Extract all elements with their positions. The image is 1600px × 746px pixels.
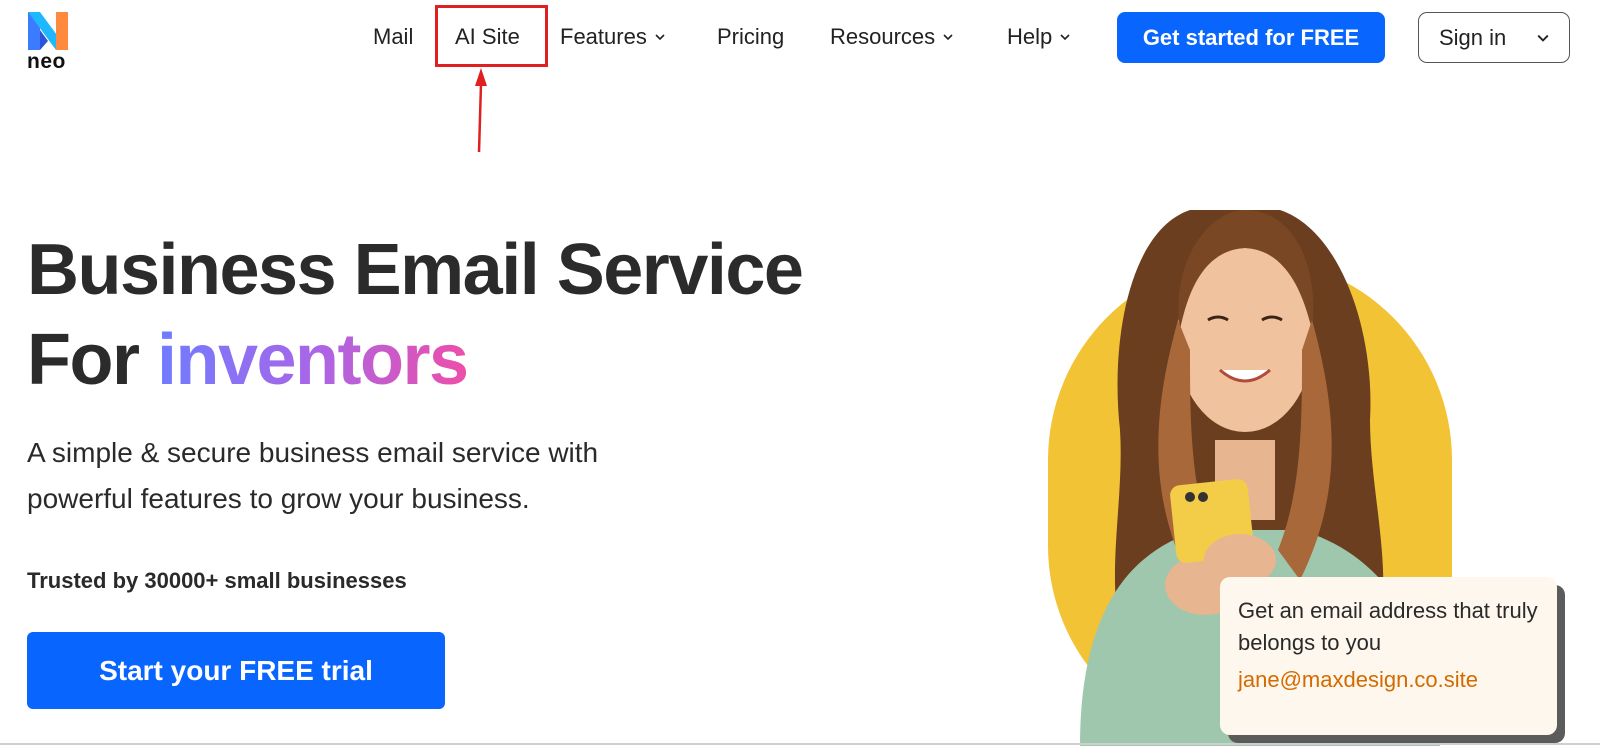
hero-title-prefix: For	[27, 320, 157, 400]
chevron-down-icon	[1537, 34, 1549, 42]
chevron-down-icon	[943, 34, 953, 41]
trusted-text: Trusted by 30000+ small businesses	[27, 568, 407, 593]
main-nav: Mail AI Site Features Pricing Resources …	[0, 0, 1600, 75]
chevron-down-icon	[1060, 34, 1070, 41]
sign-in-label: Sign in	[1439, 24, 1507, 50]
promo-card: Get an email address that truly belongs …	[1220, 577, 1557, 735]
start-free-trial-button[interactable]: Start your FREE trial	[27, 632, 445, 709]
hero-subtitle: A simple & secure business email service…	[27, 437, 599, 514]
nav-label: Help	[1007, 24, 1053, 49]
get-started-button[interactable]: Get started for FREE	[1117, 12, 1385, 63]
nav-item-resources[interactable]: Resources	[830, 19, 953, 55]
nav-label: Features	[560, 24, 647, 49]
nav-label: Resources	[830, 24, 936, 49]
nav-item-features[interactable]: Features	[560, 19, 665, 55]
hero-title-line2: For inventors	[27, 315, 469, 405]
promo-card-email: jane@maxdesign.co.site	[1238, 667, 1479, 692]
nav-item-help[interactable]: Help	[1007, 19, 1070, 55]
nav-item-pricing[interactable]: Pricing	[717, 19, 784, 55]
nav-item-ai-site[interactable]: AI Site	[455, 19, 520, 55]
sign-in-button[interactable]: Sign in	[1418, 12, 1570, 63]
hero-title-highlight: inventors	[156, 320, 469, 400]
nav-item-mail[interactable]: Mail	[373, 19, 413, 55]
hero-title: Business Email Service	[27, 230, 804, 310]
chevron-down-icon	[655, 34, 665, 41]
page-divider	[0, 743, 1600, 745]
annotation-arrow-icon	[475, 68, 487, 153]
promo-card-text: Get an email address that truly belongs …	[1238, 598, 1538, 655]
nav-label: AI Site	[455, 24, 520, 49]
nav-label: Mail	[373, 24, 414, 49]
nav-label: Pricing	[717, 24, 785, 49]
